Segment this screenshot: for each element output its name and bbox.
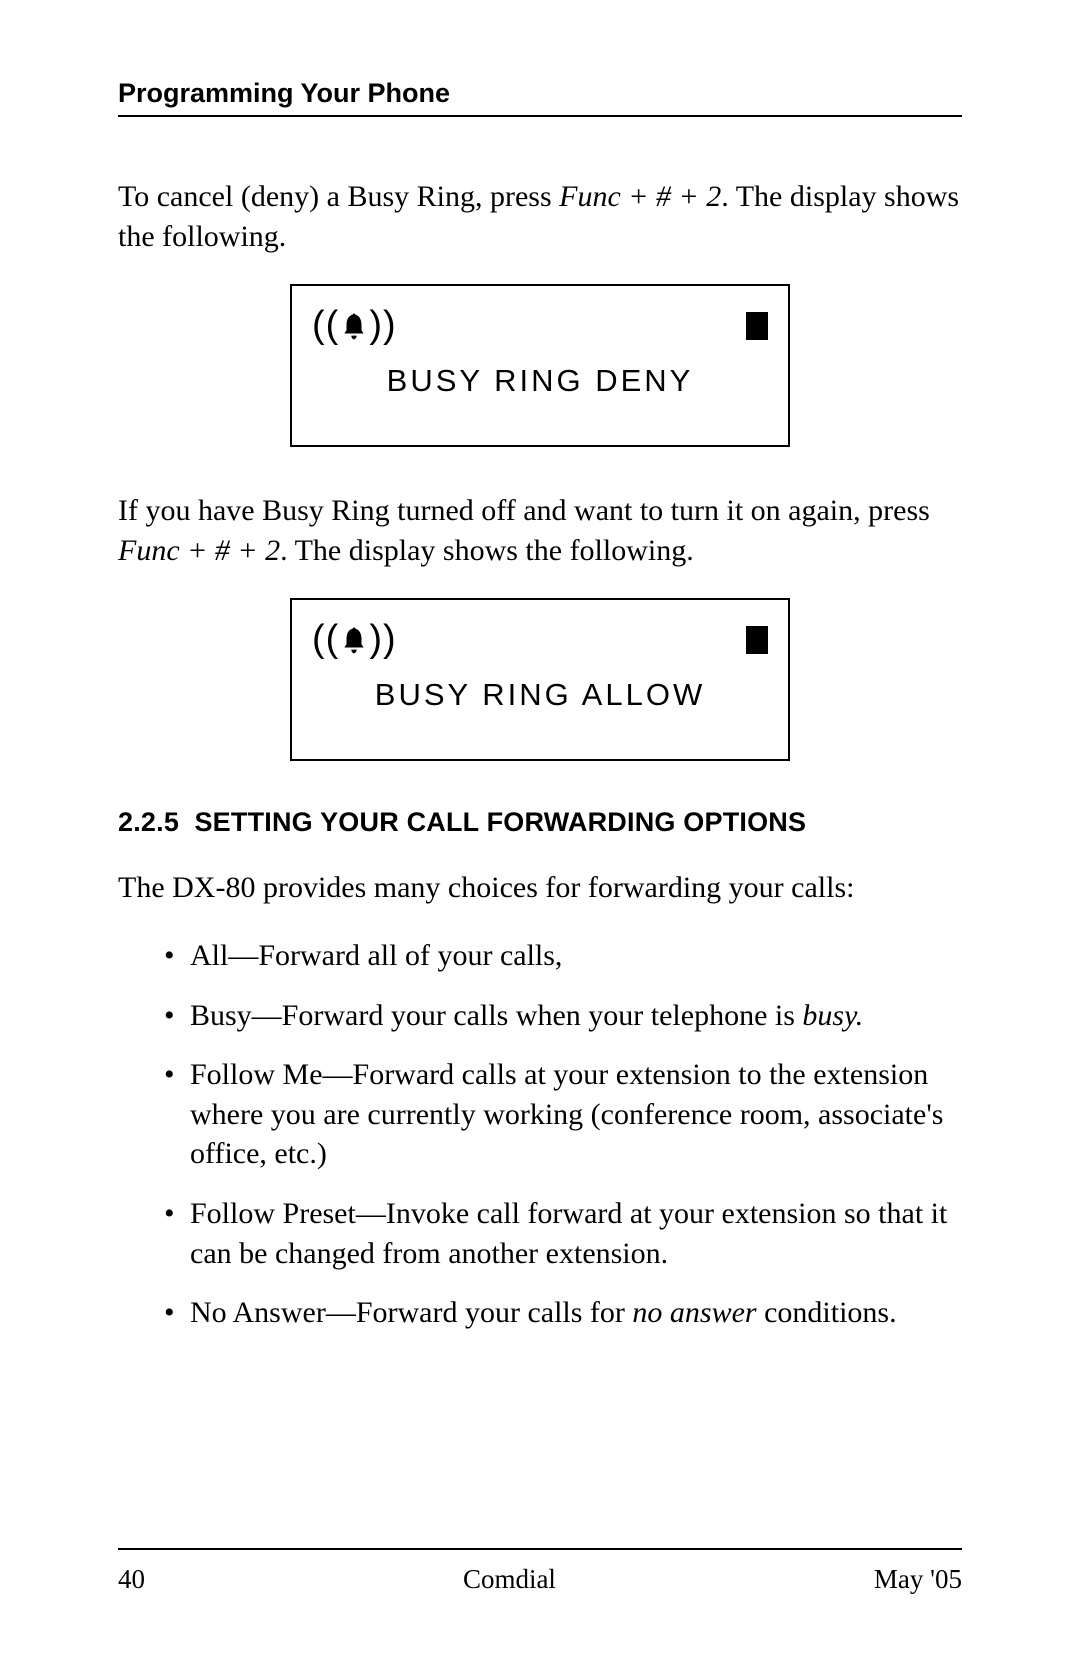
list-item: All—Forward all of your calls, [164,936,962,976]
text: If you have Busy Ring turned off and wan… [118,494,930,527]
text: All—Forward all of your calls, [190,939,562,972]
text: No Answer—Forward your calls for [190,1296,632,1329]
lcd-display-allow: (()) BUSY RING ALLOW [290,598,790,761]
emphasis: busy. [802,999,863,1032]
text: Follow Preset—Invoke call forward at you… [190,1197,947,1270]
text: Follow Me—Forward calls at your extensio… [190,1058,943,1170]
cursor-block-icon [746,312,768,340]
section-title: SETTING YOUR CALL FORWARDING OPTIONS [194,807,806,837]
paragraph-cancel-busy-ring: To cancel (deny) a Busy Ring, press Func… [118,177,962,256]
section-number: 2.2.5 [118,807,179,837]
list-item: No Answer—Forward your calls for no answ… [164,1293,962,1333]
bell-ring-icon: (()) [312,618,397,661]
lcd-display-deny: (()) BUSY RING DENY [290,284,790,447]
forwarding-options-list: All—Forward all of your calls, Busy—Forw… [164,936,962,1333]
lcd-text: BUSY RING ALLOW [308,677,772,713]
paragraph-allow-busy-ring: If you have Busy Ring turned off and wan… [118,491,962,570]
page-number: 40 [118,1564,145,1595]
section-heading: 2.2.5 SETTING YOUR CALL FORWARDING OPTIO… [118,807,962,838]
bell-icon [341,311,367,341]
lcd-top-row: (()) [308,304,772,357]
bell-ring-icon: (()) [312,304,397,347]
lcd-text: BUSY RING DENY [308,363,772,399]
text: . The display shows the following. [280,534,694,567]
text: To cancel (deny) a Busy Ring, press [118,180,559,213]
page: Programming Your Phone To cancel (deny) … [0,0,1080,1669]
list-item: Follow Preset—Invoke call forward at you… [164,1194,962,1273]
cursor-block-icon [746,626,768,654]
emphasis: no answer [632,1296,756,1329]
bell-icon [341,625,367,655]
key-sequence: Func + # + 2 [559,180,721,213]
key-sequence: Func + # + 2 [118,534,280,567]
footer-center: Comdial [463,1564,556,1595]
footer-date: May '05 [874,1564,962,1595]
list-item: Busy—Forward your calls when your teleph… [164,996,962,1036]
running-header: Programming Your Phone [118,78,962,117]
lcd-top-row: (()) [308,618,772,671]
text: Busy—Forward your calls when your teleph… [190,999,802,1032]
page-footer: 40 Comdial May '05 [118,1548,962,1595]
list-item: Follow Me—Forward calls at your extensio… [164,1055,962,1174]
section-intro: The DX-80 provides many choices for forw… [118,868,962,908]
text: conditions. [757,1296,897,1329]
